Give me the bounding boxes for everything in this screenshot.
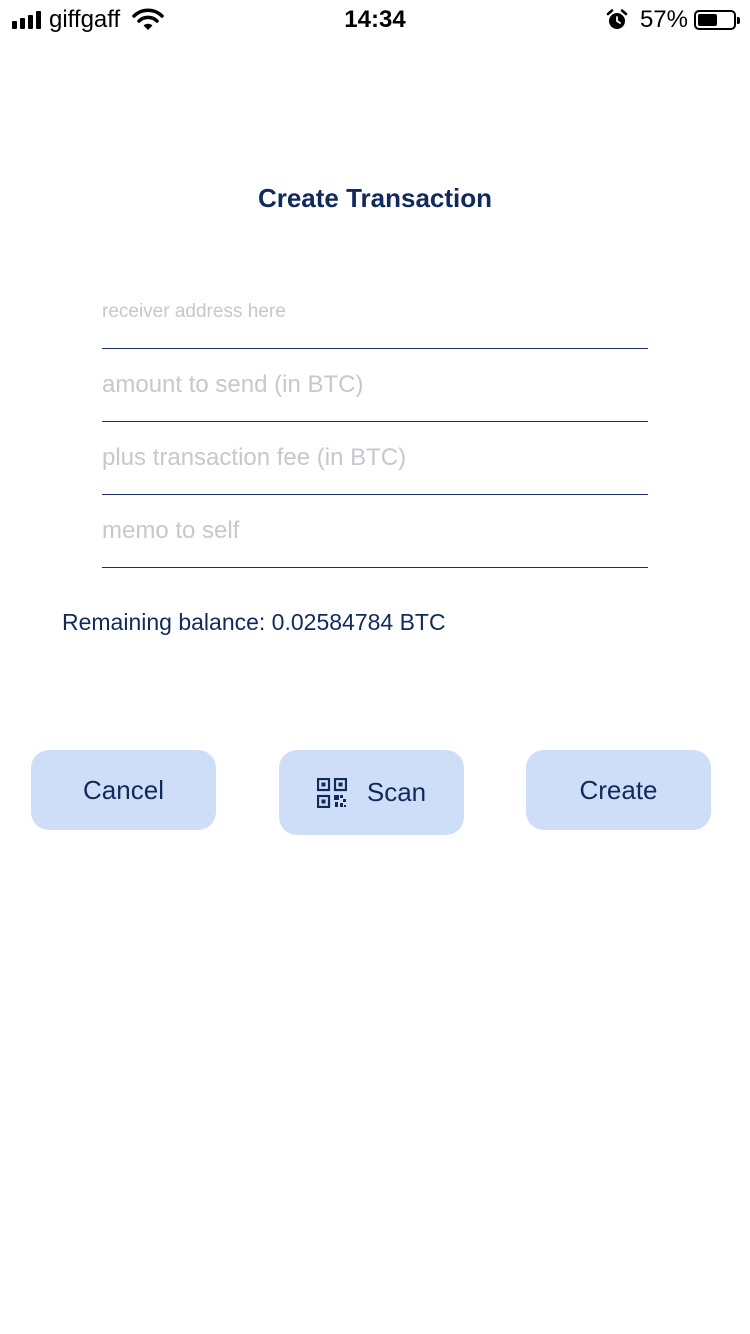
page-title: Create Transaction <box>257 183 493 213</box>
amount-field <box>102 362 648 422</box>
alarm-icon <box>606 9 628 29</box>
cancel-button[interactable]: Cancel <box>31 750 216 830</box>
status-right: 57% <box>606 6 740 34</box>
battery-percent: 57% <box>639 6 688 33</box>
remaining-balance: Remaining balance: 0.02584784 BTC <box>62 609 446 635</box>
qr-code-icon <box>316 777 347 808</box>
fee-input[interactable] <box>102 435 648 481</box>
receiver-address-input[interactable] <box>102 290 648 334</box>
memo-input[interactable] <box>102 508 648 554</box>
amount-input[interactable] <box>102 362 648 408</box>
receiver-address-field <box>102 290 648 349</box>
battery-fill <box>698 14 718 26</box>
battery-tip <box>737 17 740 24</box>
memo-field <box>102 508 648 568</box>
fee-field <box>102 435 648 495</box>
create-button-label: Create <box>579 774 658 805</box>
scan-button-label: Scan <box>366 777 427 807</box>
cancel-button-label: Cancel <box>83 774 164 805</box>
status-bar: giffgaff 14:34 57% <box>0 0 750 40</box>
battery-icon <box>694 10 740 30</box>
scan-button[interactable]: Scan <box>279 750 464 835</box>
create-button[interactable]: Create <box>526 750 711 830</box>
